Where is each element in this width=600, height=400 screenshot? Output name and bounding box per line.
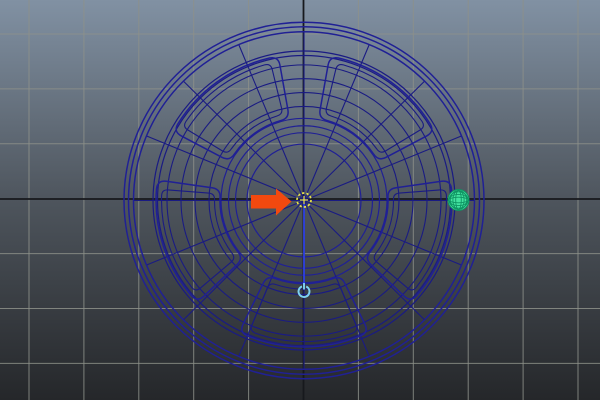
sphere-handle-icon[interactable] [448, 190, 469, 211]
viewport-canvas[interactable] [0, 0, 600, 400]
3d-viewport[interactable] [0, 0, 600, 400]
